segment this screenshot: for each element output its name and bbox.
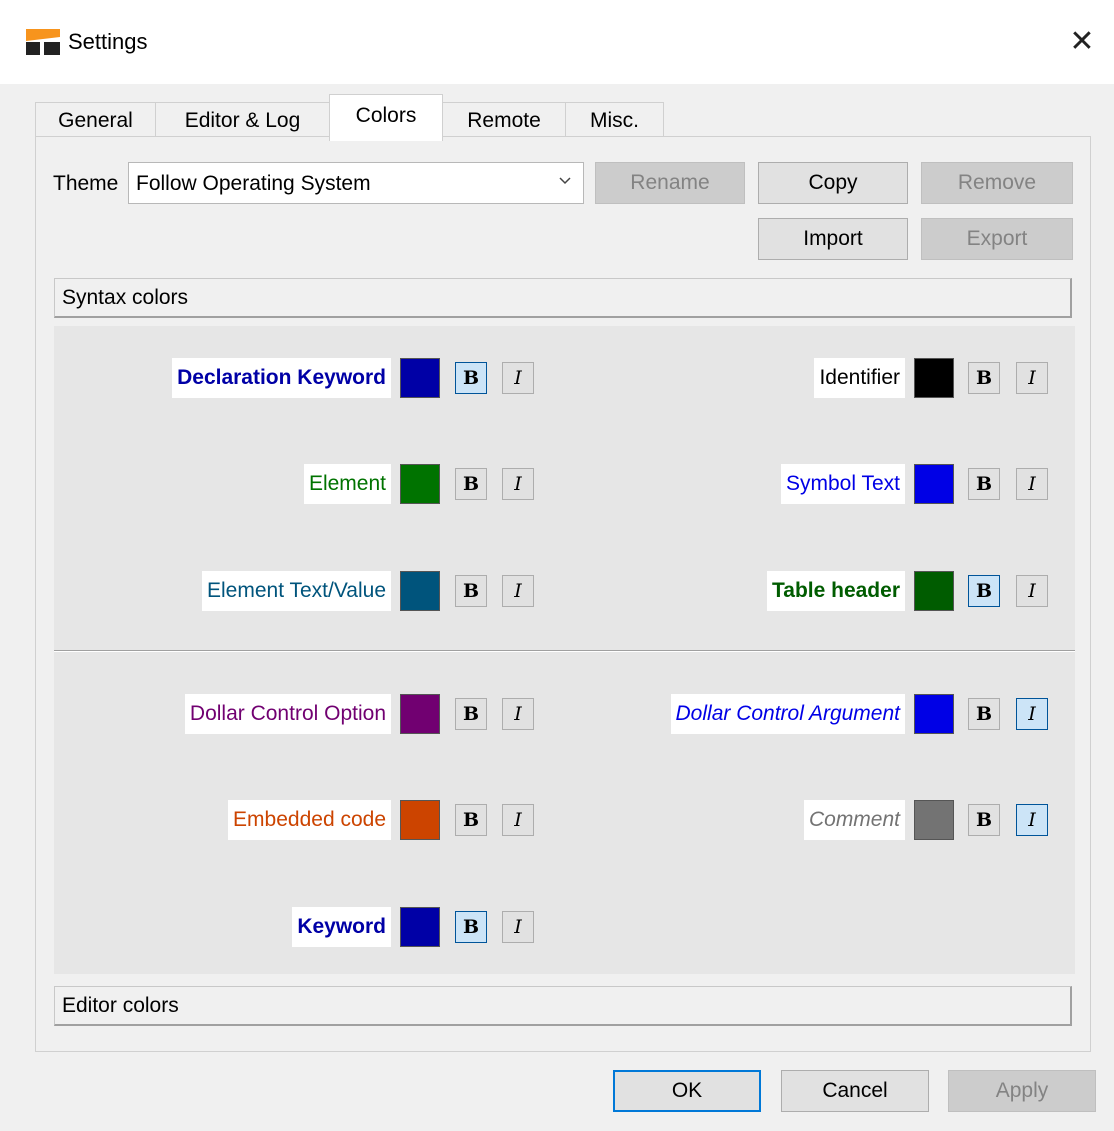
tab-editor-log[interactable]: Editor & Log [155,102,330,139]
syntax-colors-label: Syntax colors [62,286,189,309]
export-button[interactable]: Export [921,218,1073,260]
theme-label: Theme [53,172,119,195]
color-swatch-button[interactable] [914,571,954,611]
bold-toggle[interactable]: B [968,698,1000,730]
app-icon [26,29,60,55]
color-row-table-header: Table header B I [0,571,1114,611]
italic-toggle[interactable]: I [1016,804,1048,836]
color-name-label: Identifier [814,358,905,398]
theme-select[interactable]: Follow Operating System [128,162,584,204]
remove-button[interactable]: Remove [921,162,1073,204]
color-row-keyword: Keyword B I [0,907,1114,947]
color-swatch-button[interactable] [400,907,440,947]
color-row-identifier: Identifier B I [0,358,1114,398]
color-swatch-button[interactable] [914,464,954,504]
tab-remote[interactable]: Remote [442,102,566,139]
copy-button[interactable]: Copy [758,162,908,204]
color-swatch-button[interactable] [914,358,954,398]
color-row-symbol-text: Symbol Text B I [0,464,1114,504]
bold-toggle[interactable]: B [968,362,1000,394]
ok-button[interactable]: OK [613,1070,761,1112]
italic-toggle[interactable]: I [1016,362,1048,394]
italic-toggle[interactable]: I [1016,698,1048,730]
italic-toggle[interactable]: I [1016,575,1048,607]
color-name-label: Table header [767,571,905,611]
italic-toggle[interactable]: I [502,911,534,943]
tab-misc[interactable]: Misc. [565,102,664,139]
color-swatch-button[interactable] [914,694,954,734]
theme-value: Follow Operating System [136,172,371,195]
close-icon[interactable]: ✕ [1062,22,1102,62]
color-name-label: Comment [803,800,905,840]
bold-toggle[interactable]: B [968,804,1000,836]
italic-toggle[interactable]: I [1016,468,1048,500]
tab-colors[interactable]: Colors [329,94,443,141]
bold-toggle[interactable]: B [455,911,487,943]
color-name-label: Symbol Text [781,464,905,504]
bold-toggle[interactable]: B [968,468,1000,500]
editor-colors-label: Editor colors [62,994,179,1017]
rename-button[interactable]: Rename [595,162,745,204]
color-swatch-button[interactable] [914,800,954,840]
color-row-comment: Comment B I [0,800,1114,840]
import-button[interactable]: Import [758,218,908,260]
cancel-button[interactable]: Cancel [781,1070,929,1112]
divider [54,650,1075,652]
chevron-down-icon [559,177,571,185]
color-name-label: Keyword [292,907,391,947]
tab-general[interactable]: General [35,102,156,139]
apply-button[interactable]: Apply [948,1070,1096,1112]
syntax-colors-area [54,326,1075,974]
syntax-colors-header[interactable]: Syntax colors [54,278,1072,318]
window-title: Settings [68,29,148,54]
color-name-label: Dollar Control Argument [670,694,905,734]
color-row-dollar-control-argument: Dollar Control Argument B I [0,694,1114,734]
editor-colors-header[interactable]: Editor colors [54,986,1072,1026]
title-bar: Settings ✕ [0,0,1114,84]
bold-toggle[interactable]: B [968,575,1000,607]
